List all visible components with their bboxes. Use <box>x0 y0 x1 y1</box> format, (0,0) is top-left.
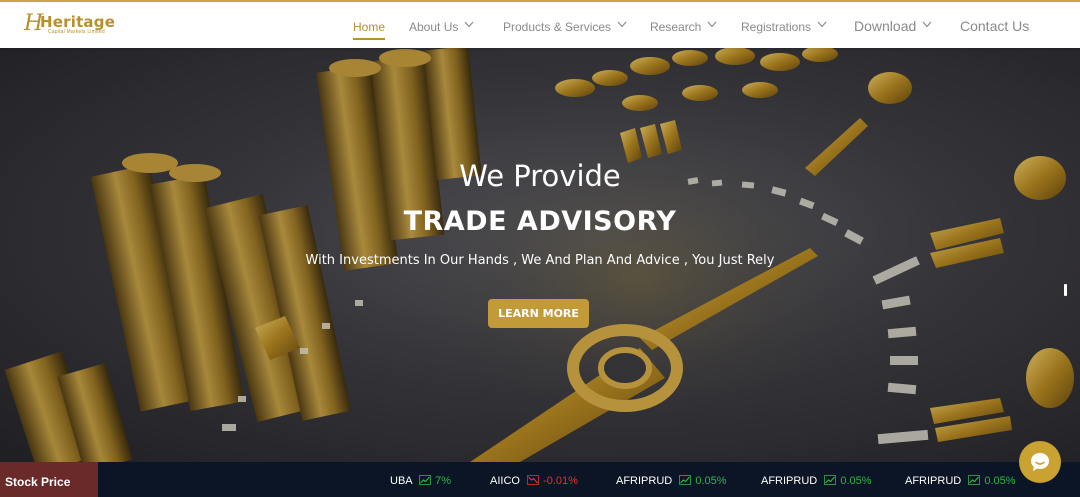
nav-item-label: Research <box>650 20 702 34</box>
trend-up-icon <box>968 475 981 485</box>
chevron-down-icon <box>817 21 827 30</box>
stock-price-label: Stock Price <box>0 462 98 497</box>
nav-item-label: Contact Us <box>960 18 1030 34</box>
nav-item-label: Download <box>854 18 917 34</box>
slide-indicator[interactable] <box>1064 284 1067 296</box>
chevron-down-icon <box>464 21 474 30</box>
ticker-symbol: AFRIPRUD <box>761 475 818 487</box>
trend-up-icon <box>824 475 837 485</box>
ticker-change: 7% <box>435 475 452 487</box>
ticker-symbol: UBA <box>390 475 413 487</box>
nav-item-download[interactable]: Download <box>854 17 932 37</box>
nav-item-contact-us[interactable]: Contact Us <box>960 17 1029 37</box>
trend-down-icon <box>527 475 539 485</box>
ticker-change: 0.05% <box>695 475 727 487</box>
ticker-symbol: AFRIPRUD <box>905 475 962 487</box>
trend-up-icon <box>679 475 692 485</box>
chevron-down-icon <box>922 21 932 30</box>
ticker-item[interactable]: AFRIPRUD 0.05% <box>905 473 1016 489</box>
ticker-change: 0.05% <box>840 475 872 487</box>
nav-item-about-us[interactable]: About Us <box>409 18 474 38</box>
nav-item-label: Registrations <box>741 20 812 34</box>
hero-banner: We Provide TRADE ADVISORY With Investmen… <box>0 48 1080 462</box>
ticker-item[interactable]: UBA 7% <box>390 473 451 489</box>
nav-item-label: Products & Services <box>503 20 612 34</box>
hero-title: TRADE ADVISORY <box>403 206 677 237</box>
trend-up-icon <box>419 475 431 485</box>
chevron-down-icon <box>617 21 627 30</box>
nav-item-research[interactable]: Research <box>650 18 717 38</box>
nav-item-home[interactable]: Home <box>353 18 386 40</box>
learn-more-button[interactable]: LEARN MORE <box>488 299 589 328</box>
main-nav: Home About Us Products & Services Resear… <box>0 2 1080 50</box>
nav-item-registrations[interactable]: Registrations <box>741 18 827 38</box>
hero-subtitle: We Provide <box>459 159 621 193</box>
nav-item-label: Home <box>353 20 386 34</box>
ticker-item[interactable]: AIICO -0.01% <box>490 473 578 489</box>
ticker-symbol: AFRIPRUD <box>616 475 673 487</box>
stock-ticker: Stock Price UBA 7% AIICO -0.01% AFRIPRUD… <box>0 462 1080 497</box>
ticker-item[interactable]: AFRIPRUD 0.05% <box>616 473 727 489</box>
ticker-change: -0.01% <box>543 475 578 487</box>
nav-item-label: About Us <box>409 20 459 34</box>
ticker-change: 0.05% <box>984 475 1016 487</box>
chat-button[interactable] <box>1019 441 1061 483</box>
navbar: H Heritage Capital Markets Limited Home … <box>0 0 1080 48</box>
nav-item-products-services[interactable]: Products & Services <box>503 18 627 38</box>
hero-tagline: With Investments In Our Hands , We And P… <box>305 253 775 268</box>
chevron-down-icon <box>707 21 717 30</box>
ticker-item[interactable]: AFRIPRUD 0.05% <box>761 473 872 489</box>
chat-icon <box>1031 453 1049 471</box>
ticker-symbol: AIICO <box>490 475 520 487</box>
